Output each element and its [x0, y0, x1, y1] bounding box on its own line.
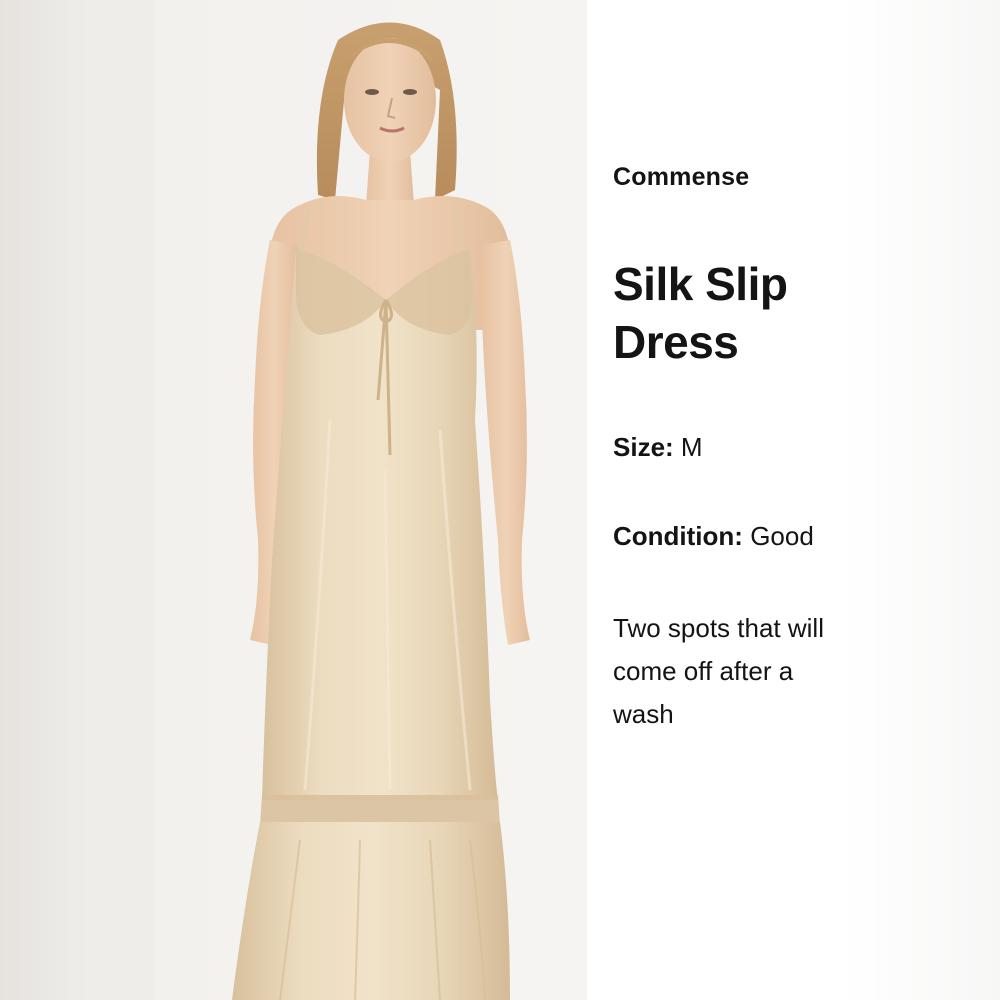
right-eye [403, 89, 417, 95]
condition-note: Two spots that will come off after a was… [613, 613, 824, 729]
product-title: Silk Slip Dress [613, 255, 853, 371]
product-info-panel: Commense Silk Slip Dress Size: M Conditi… [613, 0, 853, 1000]
product-title-text: Silk Slip Dress [613, 258, 788, 368]
condition-spec: Condition: Good [613, 521, 814, 552]
condition-label: Condition: [613, 521, 743, 551]
listing-card: Commense Silk Slip Dress Size: M Conditi… [0, 0, 1000, 1000]
product-photo [0, 0, 587, 1000]
model-in-dress-illustration [232, 22, 530, 1000]
brand-name: Commense [613, 163, 750, 191]
size-value: M [680, 432, 703, 462]
left-eye [365, 89, 379, 95]
face-shape [344, 38, 436, 162]
right-arm-shape [481, 240, 530, 645]
lace-hem-band [260, 795, 500, 825]
condition-value: Good [750, 521, 814, 551]
size-label: Size: [613, 432, 674, 462]
size-spec: Size: M [613, 432, 703, 463]
dress-flounce [232, 822, 510, 1000]
right-margin [843, 0, 1000, 1000]
